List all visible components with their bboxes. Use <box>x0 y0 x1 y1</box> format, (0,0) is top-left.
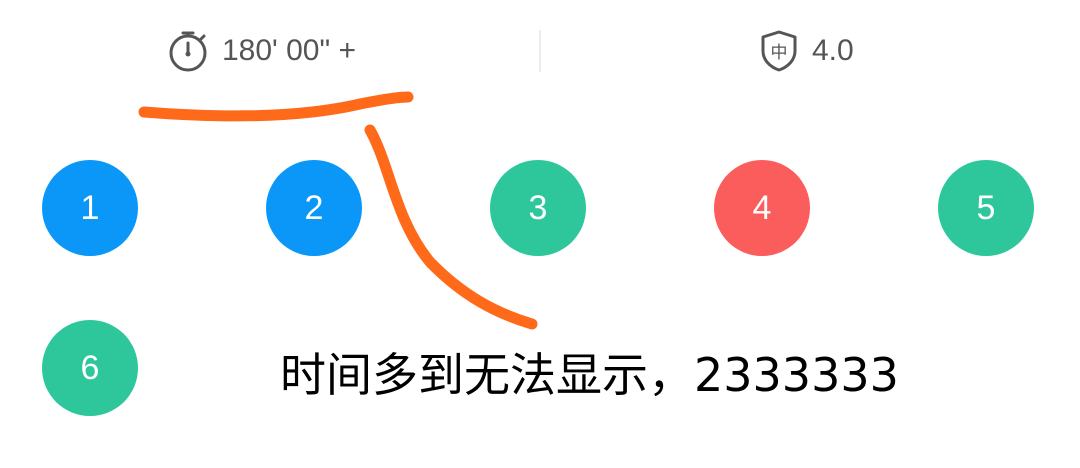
scribble-arrow-line <box>364 124 538 330</box>
annotation-text: 时间多到无法显示，2333333 <box>280 348 899 402</box>
scribble-underline <box>138 91 414 122</box>
